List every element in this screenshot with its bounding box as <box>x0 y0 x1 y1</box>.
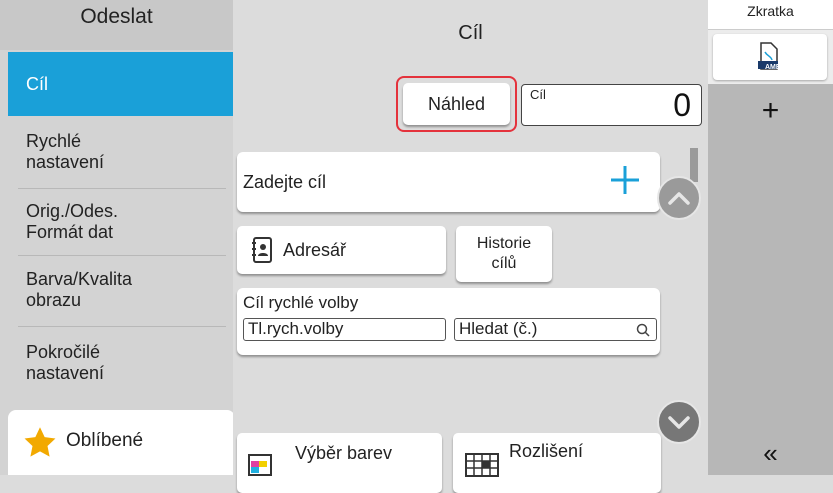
star-icon <box>22 425 58 466</box>
sidebar-item-color-quality[interactable]: Barva/Kvalita obrazu <box>8 258 233 322</box>
sidebar-divider <box>18 326 226 327</box>
address-book-button[interactable]: Adresář <box>237 226 446 274</box>
address-book-label: Adresář <box>283 239 347 260</box>
destination-count: 0 <box>673 87 691 123</box>
speed-dial-panel: Cíl rychlé volby Tl.rych.volby Hledat (č… <box>237 288 660 355</box>
search-number-label: Hledat (č.) <box>459 319 538 338</box>
history-button[interactable]: Historie cílů <box>456 226 552 282</box>
color-select-icon <box>245 451 275 482</box>
enter-destination-button[interactable]: Zadejte cíl <box>237 152 660 212</box>
sidebar-item-label: Cíl <box>26 73 48 94</box>
plus-icon <box>607 162 643 203</box>
sidebar-item-label: Pokročilé nastavení <box>26 342 105 383</box>
sidebar-item-quick-settings[interactable]: Rychlé nastavení <box>8 120 233 184</box>
speed-dial-title: Cíl rychlé volby <box>243 293 359 312</box>
sidebar-divider <box>18 255 226 256</box>
main-panel: Cíl Náhled Cíl 0 Zadejte cíl Adresář His… <box>233 0 708 493</box>
sidebar-item-original-format[interactable]: Orig./Odes. Formát dat <box>8 192 233 252</box>
color-select-label: Výběr barev <box>295 443 393 463</box>
scroll-down-button[interactable] <box>657 400 701 444</box>
sidebar-item-destination[interactable]: Cíl <box>8 52 233 116</box>
address-book-icon <box>251 237 273 263</box>
sidebar-item-label: Rychlé nastavení <box>26 131 105 172</box>
speed-dial-button[interactable]: Tl.rych.volby <box>243 318 446 341</box>
shortcut-bar: Zkratka AME + « <box>708 0 833 475</box>
shortcut-panel: Zkratka AME <box>708 0 833 84</box>
destination-counter-label: Cíl <box>530 87 546 102</box>
enter-destination-label: Zadejte cíl <box>243 172 327 192</box>
destination-counter: Cíl 0 <box>521 84 702 126</box>
resolution-icon <box>465 453 499 482</box>
sidebar-item-label: Barva/Kvalita obrazu <box>26 269 133 310</box>
search-icon <box>636 322 650 341</box>
chevron-up-icon <box>666 187 692 214</box>
resolution-button[interactable]: Rozlišení <box>453 433 661 493</box>
chevron-down-icon <box>666 412 692 439</box>
search-number-field[interactable]: Hledat (č.) <box>454 318 657 341</box>
scroll-up-button[interactable] <box>657 176 701 220</box>
favorites-button[interactable]: Oblíbené <box>8 410 235 475</box>
sidebar-title: Odeslat <box>0 0 233 50</box>
shortcut-button[interactable]: AME <box>713 34 827 80</box>
preview-button[interactable]: Náhled <box>403 83 510 125</box>
sidebar: Odeslat Cíl Rychlé nastavení Orig./Odes.… <box>0 0 235 475</box>
shortcut-badge: AME <box>765 64 781 71</box>
sidebar-divider <box>18 188 226 189</box>
shortcut-title: Zkratka <box>708 0 833 30</box>
resolution-label: Rozlišení <box>509 441 584 461</box>
add-shortcut-button[interactable]: + <box>708 94 833 128</box>
page-title: Cíl <box>458 22 483 44</box>
collapse-button[interactable]: « <box>708 438 833 469</box>
color-select-button[interactable]: Výběr barev <box>237 433 442 493</box>
sidebar-item-advanced-settings[interactable]: Pokročilé nastavení <box>8 330 233 396</box>
sidebar-item-label: Orig./Odes. Formát dat <box>26 201 119 242</box>
scrollbar-thumb[interactable] <box>690 148 698 182</box>
favorites-label: Oblíbené <box>66 430 144 451</box>
